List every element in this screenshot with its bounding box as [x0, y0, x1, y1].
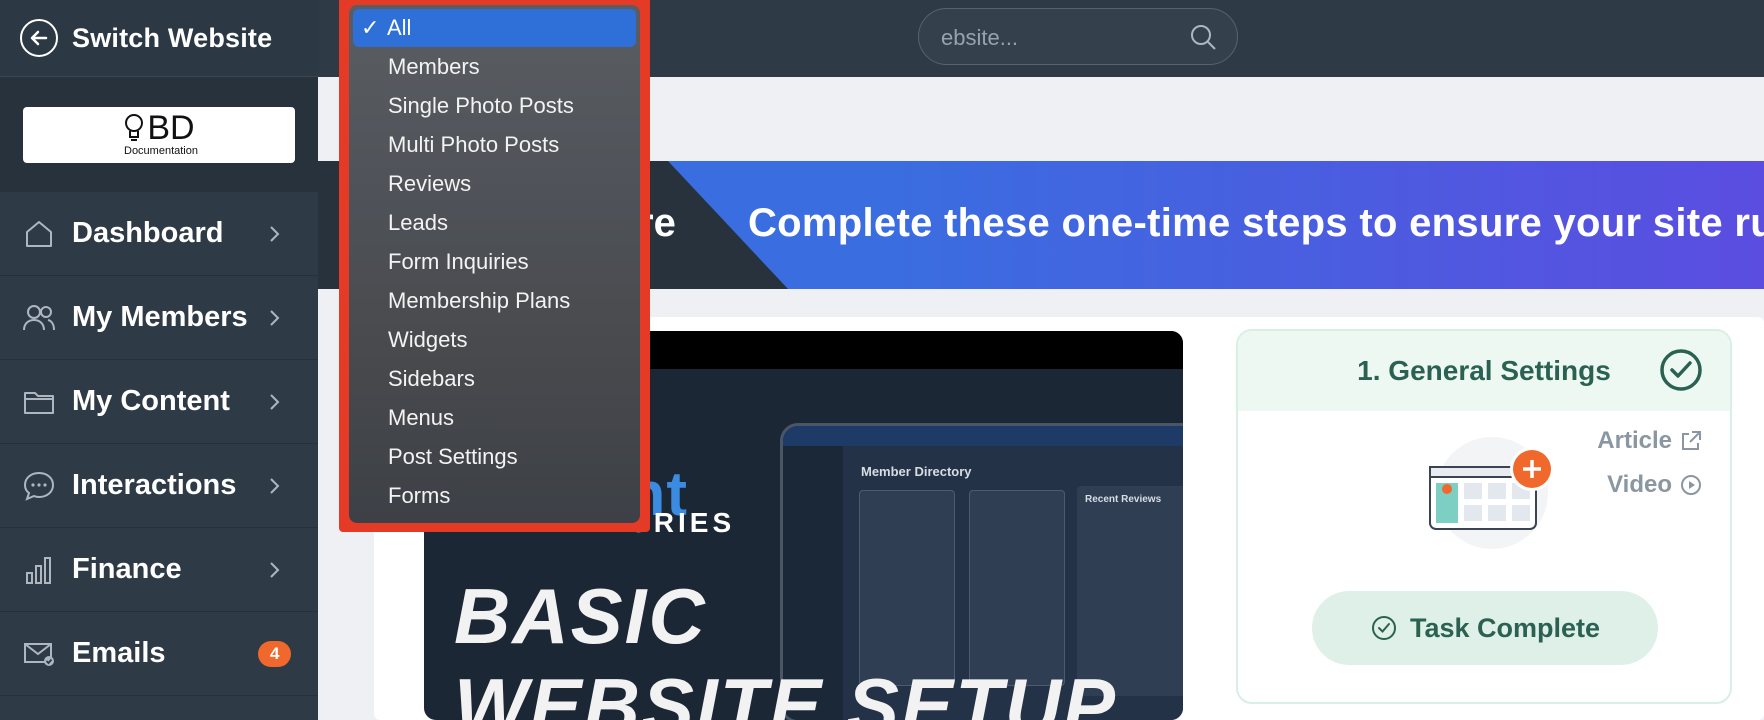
chevron-right-icon [270, 309, 280, 326]
video-title-line1: BASIC [454, 572, 707, 660]
task-links: Article Video [1597, 427, 1702, 515]
back-arrow-icon [20, 19, 58, 57]
dropdown-option-post-settings[interactable]: Post Settings [349, 437, 640, 476]
chevron-right-icon [270, 561, 280, 578]
emails-count-badge: 4 [258, 640, 292, 667]
search-icon[interactable] [1189, 23, 1217, 51]
sidebar-item-label: Emails [72, 637, 166, 669]
task-title: 1. General Settings [1357, 355, 1611, 386]
switch-website-label: Switch Website [72, 22, 273, 53]
sidebar-item-label: My Members [72, 301, 248, 333]
task-card-general-settings: 1. General Settings Article Video Task C… [1236, 329, 1732, 704]
play-circle-icon [1681, 475, 1701, 495]
logo-subtext: Documentation [124, 145, 198, 157]
video-link[interactable]: Video [1597, 471, 1702, 499]
logo-text: BD [147, 109, 195, 147]
dropdown-option-single-photo-posts[interactable]: Single Photo Posts [349, 86, 640, 125]
banner-message: Complete these one-time steps to ensure … [748, 201, 1764, 245]
sidebar-item-dashboard[interactable]: Dashboard [0, 192, 318, 276]
home-icon [22, 217, 56, 251]
switch-website-button[interactable]: Switch Website [0, 0, 318, 77]
search-input[interactable]: ebsite... [918, 8, 1238, 65]
search-placeholder: ebsite... [941, 25, 1019, 50]
bar-chart-icon [22, 553, 56, 587]
dropdown-option-forms[interactable]: Forms [349, 476, 640, 515]
dropdown-menu: ✓ All Members Single Photo Posts Multi P… [349, 5, 640, 523]
dropdown-option-members[interactable]: Members [349, 47, 640, 86]
task-complete-button[interactable]: Task Complete [1312, 591, 1658, 665]
sidebar: Switch Website BD Documentation Dashboar… [0, 0, 318, 720]
site-logo[interactable]: BD Documentation [23, 106, 295, 163]
dropdown-option-form-inquiries[interactable]: Form Inquiries [349, 242, 640, 281]
chevron-right-icon [270, 393, 280, 410]
sidebar-item-my-content[interactable]: My Content [0, 360, 318, 444]
search-filter-dropdown: ✓ All Members Single Photo Posts Multi P… [339, 0, 650, 532]
dropdown-option-leads[interactable]: Leads [349, 203, 640, 242]
check-circle-icon [1660, 349, 1702, 391]
article-link[interactable]: Article [1597, 427, 1702, 455]
dropdown-option-widgets[interactable]: Widgets [349, 320, 640, 359]
chevron-right-icon [270, 477, 280, 494]
sidebar-item-label: Finance [72, 553, 182, 585]
video-title-line2: WEBSITE SETUP [454, 662, 1118, 720]
sidebar-item-label: Interactions [72, 469, 237, 501]
sidebar-item-label: Dashboard [72, 217, 224, 249]
external-link-icon [1682, 431, 1701, 450]
settings-illustration [1429, 437, 1554, 549]
sidebar-item-interactions[interactable]: Interactions [0, 444, 318, 528]
users-icon [22, 301, 56, 335]
logo-area: BD Documentation [0, 77, 318, 192]
dropdown-option-membership-plans[interactable]: Membership Plans [349, 281, 640, 320]
sidebar-item-my-members[interactable]: My Members [0, 276, 318, 360]
chat-icon [22, 469, 56, 503]
dropdown-option-menus[interactable]: Menus [349, 398, 640, 437]
task-complete-label: Task Complete [1409, 612, 1601, 643]
mail-check-icon [22, 637, 56, 671]
lightbulb-icon [125, 114, 144, 141]
dropdown-option-multi-photo-posts[interactable]: Multi Photo Posts [349, 125, 640, 164]
member-card [969, 490, 1065, 686]
checkmark-icon: ✓ [361, 15, 380, 40]
sidebar-item-emails[interactable]: Emails 4 [0, 612, 318, 696]
dropdown-option-reviews[interactable]: Reviews [349, 164, 640, 203]
task-card-header: 1. General Settings [1238, 331, 1730, 411]
check-circle-icon [1371, 616, 1396, 640]
screen-heading: Member Directory [861, 464, 972, 479]
chevron-right-icon [270, 225, 280, 242]
sidebar-item-label: My Content [72, 385, 230, 417]
dropdown-option-sidebars[interactable]: Sidebars [349, 359, 640, 398]
folder-icon [22, 385, 56, 419]
member-card [859, 490, 955, 686]
dropdown-option-all[interactable]: ✓ All [353, 9, 636, 47]
sidebar-item-finance[interactable]: Finance [0, 528, 318, 612]
